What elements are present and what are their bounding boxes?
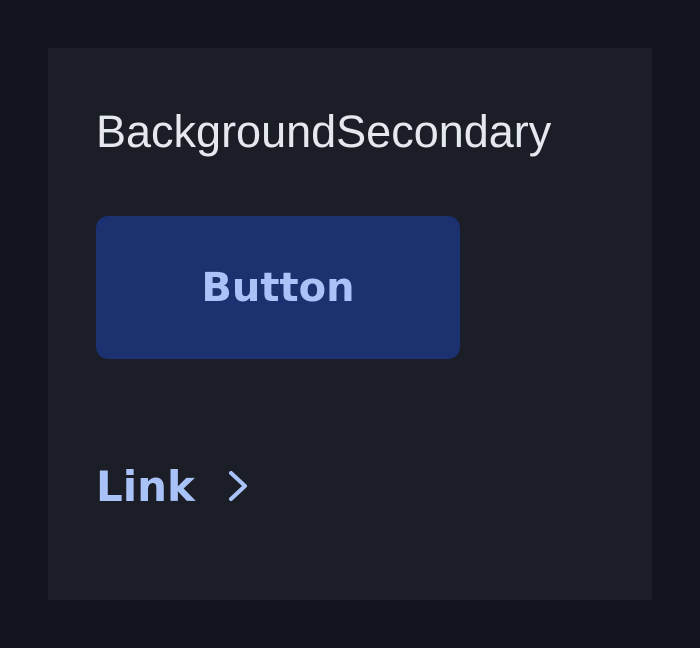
- chevron-right-icon: [225, 468, 251, 504]
- background-secondary-panel: BackgroundSecondary Button Link: [48, 48, 652, 600]
- link[interactable]: Link: [96, 456, 251, 516]
- panel-title: BackgroundSecondary: [96, 106, 552, 157]
- primary-button[interactable]: Button: [96, 216, 460, 359]
- page: BackgroundSecondary Button Link: [0, 0, 700, 648]
- link-label: Link: [96, 461, 195, 511]
